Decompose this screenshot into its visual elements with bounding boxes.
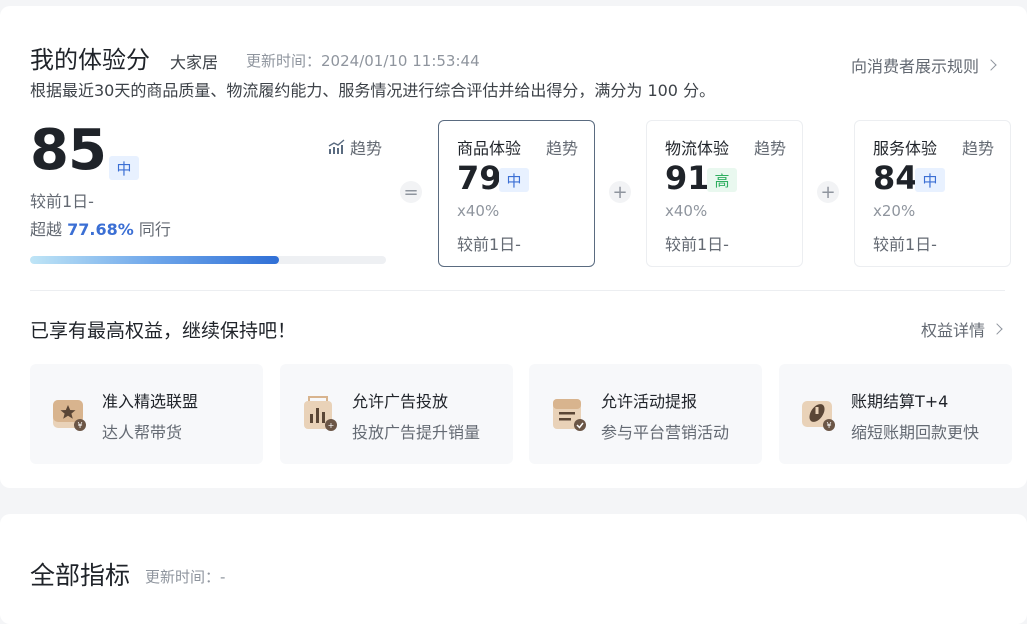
benefit-card[interactable]: ¥ 准入精选联盟 达人帮带货: [30, 364, 263, 464]
page-title: 我的体验分: [30, 46, 150, 74]
sub-score-name: 服务体验: [873, 139, 938, 158]
update-time-value: 2024/01/10 11:53:44: [321, 52, 480, 70]
consumer-rules-link[interactable]: 向消费者展示规则: [851, 53, 997, 77]
peer-ranking: 超越 77.68% 同行: [30, 216, 171, 240]
overall-compare: 较前1日-: [30, 192, 94, 211]
sub-score-name: 商品体验: [457, 139, 522, 158]
benefit-details-link[interactable]: 权益详情: [921, 317, 1003, 341]
sub-score-trend-link[interactable]: 趋势: [546, 135, 578, 159]
plus-operator: +: [817, 181, 839, 203]
peer-ranking-suffix: 同行: [138, 220, 171, 239]
benefit-subtitle: 参与平台营销活动: [601, 423, 730, 442]
benefit-subtitle: 达人帮带货: [102, 423, 183, 442]
benefit-card[interactable]: ¥ 账期结算T+4 缩短账期回款更快: [779, 364, 1012, 464]
svg-text:+: +: [328, 421, 335, 430]
wallet-clock-icon: ¥: [802, 401, 835, 431]
benefit-title: 允许广告投放: [352, 392, 449, 411]
overall-progress-bar: [30, 256, 386, 264]
overall-progress-fill: [30, 256, 280, 264]
sub-score-compare: 较前1日-: [873, 235, 937, 254]
score-description: 根据最近30天的商品质量、物流履约能力、服务情况进行综合评估并给出得分，满分为 …: [30, 81, 716, 100]
sub-score-weight: x40%: [457, 202, 500, 220]
activity-form-icon: [553, 399, 586, 431]
sub-score-level-badge: 中: [499, 168, 529, 192]
benefit-subtitle: 缩短账期回款更快: [851, 423, 980, 442]
benefit-card[interactable]: 允许活动提报 参与平台营销活动: [529, 364, 762, 464]
sub-score-level-badge: 高: [707, 168, 737, 192]
peer-ranking-percent: 77.68%: [67, 220, 134, 239]
sub-score-name: 物流体验: [665, 139, 730, 158]
plus-operator: +: [609, 181, 631, 203]
service-experience-card[interactable]: 服务体验 趋势 84 中 x20% 较前1日-: [854, 120, 1011, 267]
ad-chart-icon: +: [304, 396, 337, 431]
overall-level-badge: 中: [109, 156, 139, 180]
equals-operator: =: [400, 181, 422, 203]
sub-score-level-badge: 中: [915, 168, 945, 192]
svg-text:¥: ¥: [77, 421, 82, 430]
benefit-card[interactable]: + 允许广告投放 投放广告提升销量: [280, 364, 513, 464]
chevron-right-icon: [985, 59, 997, 71]
overall-trend-button[interactable]: 趋势: [328, 135, 382, 159]
sub-score-weight: x20%: [873, 202, 916, 220]
benefits-title: 已享有最高权益，继续保持吧！: [30, 320, 297, 342]
overall-trend-label: 趋势: [350, 139, 383, 158]
sub-score-weight: x40%: [665, 202, 708, 220]
consumer-rules-label: 向消费者展示规则: [851, 57, 980, 76]
update-time: 更新时间：2024/01/10 11:53:44: [246, 50, 480, 71]
update-time-label: 更新时间：: [246, 52, 322, 70]
svg-text:¥: ¥: [826, 421, 831, 430]
sub-score-trend-link[interactable]: 趋势: [962, 135, 994, 159]
sub-score-compare: 较前1日-: [457, 235, 521, 254]
benefit-details-label: 权益详情: [921, 321, 986, 340]
all-metrics-title: 全部指标: [30, 561, 131, 590]
store-category-tag: 大家居: [170, 53, 219, 72]
product-experience-card[interactable]: 商品体验 趋势 79 中 x40% 较前1日-: [438, 120, 595, 267]
section-divider: [30, 290, 1005, 291]
benefit-title: 账期结算T+4: [851, 392, 949, 411]
sub-score-value: 84: [873, 159, 918, 197]
sub-score-trend-link[interactable]: 趋势: [754, 135, 786, 159]
all-metrics-update-time: 更新时间：-: [145, 568, 226, 586]
overall-score: 85: [30, 118, 107, 183]
sub-score-value: 79: [457, 159, 502, 197]
benefit-subtitle: 投放广告提升销量: [352, 423, 481, 442]
logistics-experience-card[interactable]: 物流体验 趋势 91 高 x40% 较前1日-: [646, 120, 803, 267]
benefit-title: 准入精选联盟: [102, 392, 199, 411]
peer-ranking-prefix: 超越: [30, 220, 63, 239]
sub-score-compare: 较前1日-: [665, 235, 729, 254]
sub-score-value: 91: [665, 159, 710, 197]
chevron-right-icon: [991, 323, 1003, 335]
star-box-icon: ¥: [53, 400, 86, 431]
benefit-title: 允许活动提报: [601, 392, 698, 411]
trend-chart-icon: [328, 139, 345, 154]
